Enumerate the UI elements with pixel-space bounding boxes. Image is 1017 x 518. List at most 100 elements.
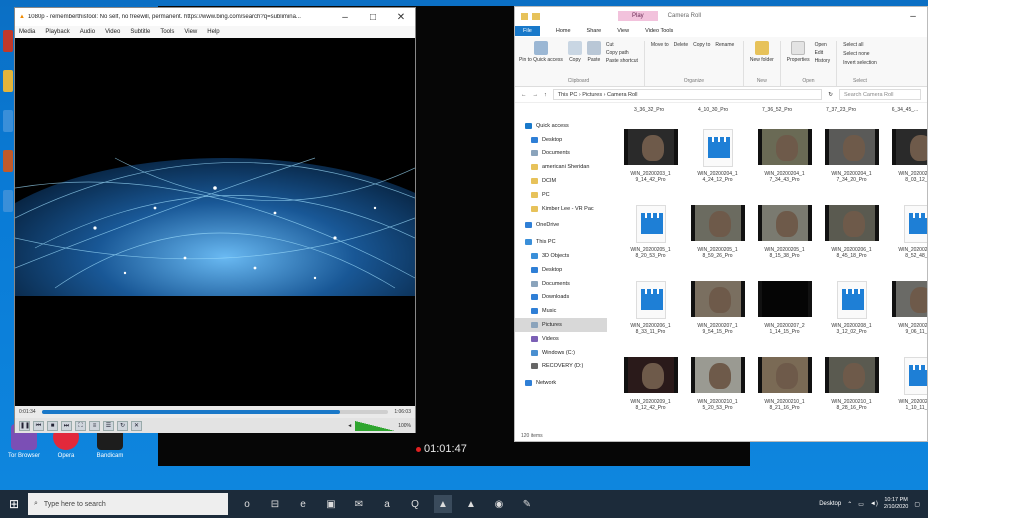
pin-to-quick-access-button[interactable]: Pin to Quick access [519,41,563,65]
next-button[interactable]: ⏭ [61,420,72,431]
address-bar[interactable]: This PC › Pictures › Camera Roll [552,89,823,100]
quick-access-toolbar-icon[interactable] [521,12,528,20]
tab-view[interactable]: View [617,28,629,34]
copy-path-button[interactable]: Copy path [606,49,638,57]
nav-item[interactable]: Documents [515,277,607,291]
nav-item[interactable]: RECOVERY (D:) [515,360,607,374]
app-icon[interactable] [3,190,13,212]
open-button[interactable]: Open [815,41,831,49]
nav-item[interactable]: Documents [515,147,607,161]
extended-settings-button[interactable]: ≡ [89,420,100,431]
file-item[interactable]: WIN_20200208_1 9_06_11_... [885,273,927,349]
file-item[interactable]: WIN_20200205_1 8_03_12_... [885,121,927,197]
taskbar-app-icon[interactable]: ▲ [434,495,452,513]
file-item[interactable]: WIN_20200203_1 9_14_42_Pro [617,121,684,197]
stop-button[interactable]: ■ [47,420,58,431]
maximize-button[interactable]: □ [359,12,387,23]
select-none-button[interactable]: Select none [843,50,877,58]
close-button[interactable]: ✕ [387,12,415,23]
history-button[interactable]: History [815,57,831,65]
file-item[interactable]: WIN_20200205_1 8_59_26_Pro [684,197,751,273]
file-item[interactable]: WIN_20200206_1 8_33_11_Pro [617,273,684,349]
taskbar-app-icon[interactable]: a [378,495,396,513]
explorer-titlebar[interactable]: Play Camera Roll – [515,7,927,25]
desktop-toolbar-label[interactable]: Desktop [819,501,841,507]
nav-item[interactable]: This PC [515,235,607,249]
tab-share[interactable]: Share [587,28,602,34]
nav-item[interactable]: Videos [515,332,607,346]
file-item[interactable]: WIN_20200208_1 3_12_02_Pro [818,273,885,349]
tab-video-tools[interactable]: Video Tools [645,28,673,34]
taskbar-app-icon[interactable]: ✎ [518,495,536,513]
clock[interactable]: 10:17 PM 2/10/2020 [884,497,908,511]
tab-file[interactable]: File [515,26,540,36]
taskbar-app-icon[interactable]: Q [406,495,424,513]
paste-shortcut-button[interactable]: Paste shortcut [606,57,638,65]
tray-overflow-icon[interactable]: ⌃ [847,501,852,508]
file-item[interactable]: WIN_20200210_1 5_20_53_Pro [684,349,751,425]
speaker-icon[interactable]: ◄ [347,423,352,429]
search-input[interactable]: Search Camera Roll [839,89,921,100]
app-icon[interactable] [3,30,13,52]
menu-playback[interactable]: Playback [45,29,69,35]
menu-subtitle[interactable]: Subtitle [130,29,150,35]
video-surface[interactable] [15,38,415,406]
nav-item[interactable]: Desktop [515,133,607,147]
file-item[interactable]: WIN_20200210_1 8_28_16_Pro [818,349,885,425]
file-item[interactable]: WIN_20200205_1 8_20_53_Pro [617,197,684,273]
nav-item[interactable]: Downloads [515,291,607,305]
shuffle-button[interactable]: ✕ [131,420,142,431]
file-item[interactable]: WIN_20200211_1 1_10_11_... [885,349,927,425]
playlist-button[interactable]: ☰ [103,420,114,431]
select-all-button[interactable]: Select all [843,41,877,49]
file-item[interactable]: WIN_20200204_1 7_34_20_Pro [818,121,885,197]
pause-button[interactable]: ❚❚ [19,420,30,431]
nav-item[interactable]: Windows (C:) [515,346,607,360]
app-icon[interactable] [3,150,13,172]
file-item[interactable]: WIN_20200209_1 8_12_42_Pro [617,349,684,425]
nav-item[interactable]: Desktop [515,263,607,277]
taskbar-search-box[interactable]: ⌕ Type here to search [28,493,228,515]
menu-help[interactable]: Help [207,29,219,35]
copy-to-button[interactable]: Copy to [693,41,710,50]
minimize-button[interactable]: – [331,12,359,23]
taskbar-app-icon[interactable]: o [238,495,256,513]
taskbar-app-icon[interactable]: ▣ [322,495,340,513]
network-icon[interactable]: ▭ [858,501,864,508]
nav-item[interactable]: americani Sheridan [515,160,607,174]
taskbar-app-icon[interactable]: e [294,495,312,513]
delete-button[interactable]: Delete [674,41,688,50]
volume-control[interactable]: ◄ 100% [347,420,411,431]
nav-item[interactable]: 3D Objects [515,249,607,263]
properties-button[interactable]: Properties [787,41,810,65]
fullscreen-button[interactable]: ⛶ [75,420,86,431]
menu-video[interactable]: Video [105,29,120,35]
paste-button[interactable]: Paste [586,41,601,65]
refresh-icon[interactable]: ↻ [828,92,833,98]
vlc-titlebar[interactable]: ▲ 1080p - rememberthisfool: No self, no … [15,8,415,26]
seek-slider[interactable] [41,410,389,414]
file-item[interactable]: WIN_20200206_1 8_45_18_Pro [818,197,885,273]
volume-icon[interactable]: ◄) [870,501,878,507]
vlc-window[interactable]: ▲ 1080p - rememberthisfool: No self, no … [14,7,416,433]
nav-item[interactable]: Music [515,304,607,318]
app-icon[interactable] [3,110,13,132]
menu-view[interactable]: View [184,29,197,35]
nav-item[interactable]: Pictures [515,318,607,332]
file-item[interactable]: WIN_20200205_1 8_15_38_Pro [751,197,818,273]
nav-item[interactable]: Network [515,376,607,390]
menu-tools[interactable]: Tools [160,29,174,35]
file-item[interactable]: WIN_20200204_1 7_34_43_Pro [751,121,818,197]
nav-item[interactable]: PC [515,188,607,202]
invert-selection-button[interactable]: Invert selection [843,59,877,67]
taskbar-app-icon[interactable]: ⊟ [266,495,284,513]
move-to-button[interactable]: Move to [651,41,669,50]
file-item[interactable]: WIN_20200204_1 4_24_12_Pro [684,121,751,197]
breadcrumb-pictures[interactable]: Pictures [582,92,602,98]
menu-media[interactable]: Media [19,29,35,35]
volume-slider[interactable] [355,420,396,431]
rename-button[interactable]: Rename [715,41,734,50]
nav-item[interactable]: Kimber Lee - VR Pac [515,202,607,216]
forward-arrow-icon[interactable]: → [533,92,539,98]
nav-item[interactable]: DCIM [515,174,607,188]
